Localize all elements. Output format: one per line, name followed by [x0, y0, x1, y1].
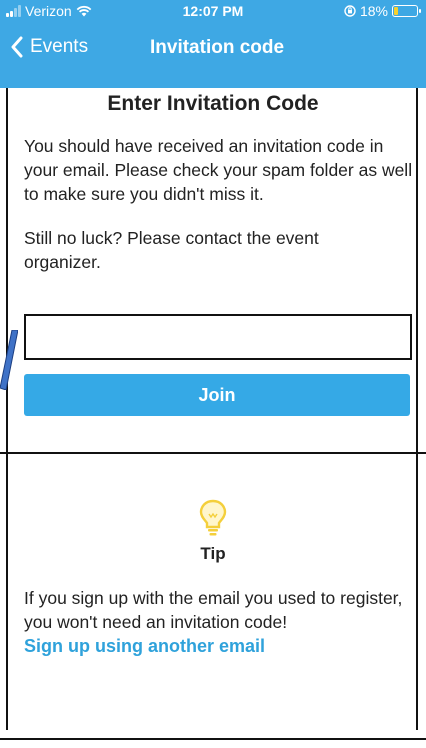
contact-organizer-text: Still no luck? Please contact the event …: [24, 228, 319, 272]
nav-row: Events Invitation code: [0, 30, 426, 70]
tip-title: Tip: [200, 544, 226, 563]
join-button[interactable]: Join: [24, 374, 410, 416]
orientation-lock-icon: [344, 5, 356, 17]
navigation-bar: Verizon 12:07 PM 18% Events Invitation c…: [0, 0, 426, 88]
battery-icon: [392, 5, 421, 17]
invitation-code-input[interactable]: [24, 314, 412, 360]
battery-group: 18%: [344, 3, 421, 19]
battery-percent: 18%: [359, 3, 388, 19]
bottom-border: [0, 738, 426, 740]
lightbulb-icon: [199, 499, 227, 536]
status-bar: Verizon 12:07 PM 18%: [0, 0, 426, 22]
back-button[interactable]: Events: [10, 36, 88, 58]
page-title: Invitation code: [150, 37, 285, 58]
instructions-text: You should have received an invitation c…: [24, 136, 413, 204]
section-divider: [0, 452, 426, 454]
sign-up-another-email-link[interactable]: Sign up using another email: [24, 636, 265, 657]
tip-text: If you sign up with the email you used t…: [24, 588, 403, 632]
section-heading: Enter Invitation Code: [107, 92, 319, 115]
chevron-left-icon: [11, 36, 23, 58]
pointer-arrow-icon: [0, 330, 18, 390]
back-label: Events: [30, 36, 89, 57]
